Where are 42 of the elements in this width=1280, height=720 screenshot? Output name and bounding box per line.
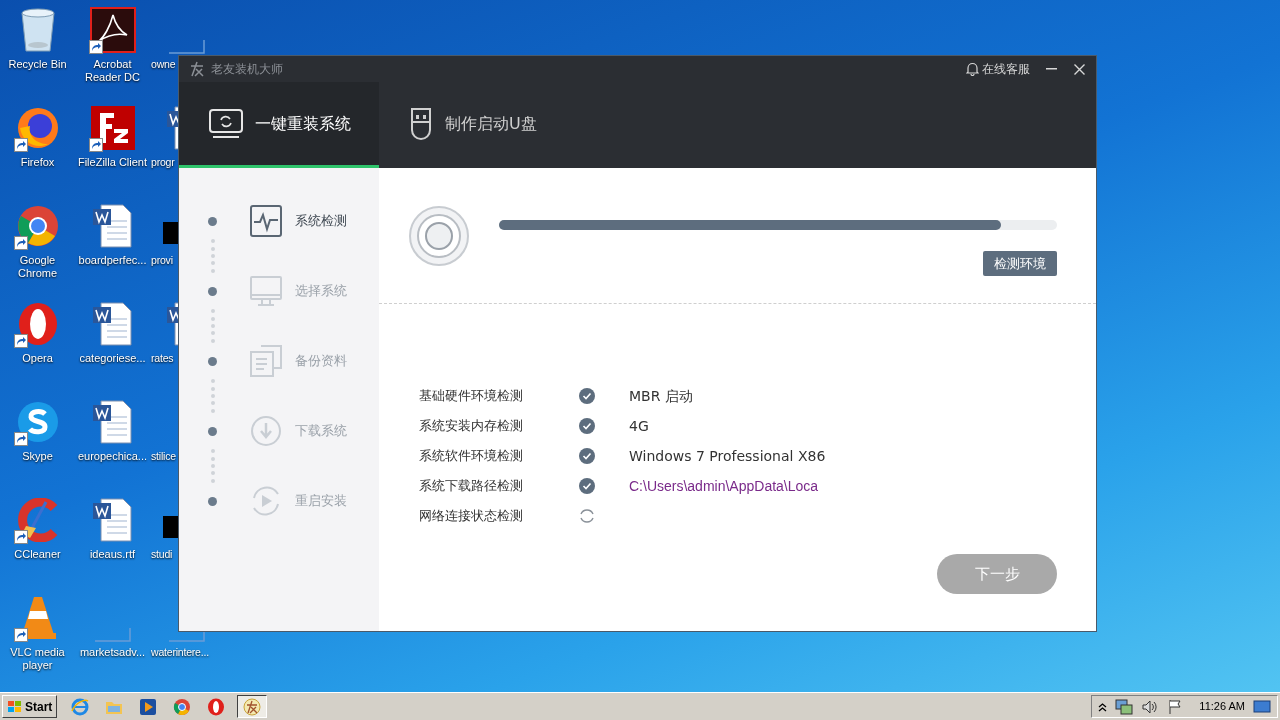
desktop-icon-label[interactable]: categoriese... xyxy=(79,352,146,365)
desktop-icon-label[interactable]: Opera xyxy=(22,352,53,365)
check-value: 4G xyxy=(629,416,649,436)
desktop-icon-label[interactable]: boardperfec... xyxy=(78,254,147,267)
desktop-icon-label[interactable]: Recycle Bin xyxy=(8,58,67,71)
check-value: C:\Users\admin\AppData\Loca xyxy=(629,476,819,496)
check-value: MBR 启动 xyxy=(629,386,693,406)
step-label: 备份资料 xyxy=(295,352,347,371)
desktop-icon-label[interactable]: owne xyxy=(151,58,176,71)
desktop-icon-label[interactable]: progr xyxy=(151,156,175,169)
desktop-icon-label[interactable]: studi xyxy=(151,548,173,561)
check-value: Windows 7 Professional X86 xyxy=(629,446,826,466)
desktop-icon-label[interactable]: ideaus.rtf xyxy=(89,548,136,561)
desktop-icon-label[interactable]: CCleaner xyxy=(14,548,61,561)
step-label: 重启安装 xyxy=(295,492,347,511)
desktop-icon-label[interactable]: Skype xyxy=(22,450,53,463)
check-label: 系统软件环境检测 xyxy=(419,447,524,466)
check-label: 基础硬件环境检测 xyxy=(419,387,524,406)
desktop-icon-label[interactable]: provi xyxy=(151,254,173,267)
tab[interactable]: 一键重装系统 xyxy=(179,82,379,168)
desktop-icon-label[interactable]: waterintere... xyxy=(151,646,209,659)
tab[interactable]: 制作启动U盘 xyxy=(379,82,579,168)
step-label: 系统检测 xyxy=(295,212,347,231)
desktop-icon-label[interactable]: Google Chrome xyxy=(0,254,75,280)
window-title: 老友装机大师 xyxy=(211,61,283,78)
step-label: 选择系统 xyxy=(295,282,347,301)
start-button[interactable]: Start xyxy=(2,695,58,718)
desktop-icon-label[interactable]: VLC media player xyxy=(0,646,75,672)
clock[interactable]: 11:26 AM xyxy=(1199,698,1245,715)
desktop-icon-label[interactable]: rates xyxy=(151,352,174,365)
desktop-icon-label[interactable]: FileZilla Client xyxy=(77,156,148,169)
status-badge: 检测环境 xyxy=(983,251,1057,276)
check-label: 系统下载路径检测 xyxy=(419,477,524,496)
desktop-icon-label[interactable]: Acrobat Reader DC xyxy=(75,58,150,84)
desktop-icon-label[interactable]: Firefox xyxy=(20,156,55,169)
desktop-icon-label[interactable]: stilice xyxy=(151,450,176,463)
check-label: 系统安装内存检测 xyxy=(419,417,524,436)
desktop-icon-label[interactable]: marketsadv... xyxy=(79,646,146,659)
desktop-icon-label[interactable]: europechica... xyxy=(77,450,148,463)
check-label: 网络连接状态检测 xyxy=(419,507,524,526)
online-support-button[interactable]: 在线客服 xyxy=(966,60,1030,78)
step-label: 下载系统 xyxy=(295,422,347,441)
